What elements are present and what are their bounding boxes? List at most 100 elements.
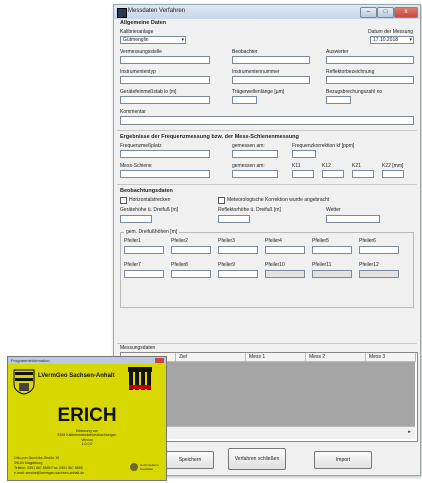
frequenzmessplatz-label: Frequenzmeßplatz — [120, 143, 162, 149]
badge-icon — [130, 463, 138, 471]
instrumententyp-label: Instrumententyp — [120, 69, 156, 75]
pfeiler6-field[interactable] — [359, 246, 399, 254]
datum-picker[interactable]: 17.10.2018 ▾ — [370, 36, 414, 44]
gemessen-am-label: gemessen am: — [232, 163, 265, 169]
gh-dreifuss-field[interactable] — [120, 215, 152, 223]
k22-field[interactable] — [382, 170, 404, 178]
pfeiler-label: Pfeiler2 — [171, 238, 188, 244]
splash-version: 1.0.0.0 — [81, 442, 93, 446]
k12-field[interactable] — [322, 170, 344, 178]
window-title: Messdaten Verfahren — [128, 8, 186, 14]
pfeiler9-field[interactable] — [218, 270, 258, 278]
vermessungsstelle-label: Vermessungsstelle — [120, 49, 162, 55]
messdaten-header: Messungsdaten — [120, 345, 156, 351]
col-header-ziel[interactable]: Ziel — [176, 353, 246, 362]
frequenzkorrektion-field[interactable] — [292, 150, 316, 158]
pfeiler-label: Pfeiler4 — [265, 238, 282, 244]
general-header: Allgemeine Daten — [120, 20, 167, 26]
geraetefeinmessstab-field[interactable] — [120, 96, 210, 104]
pfeiler-label: Pfeiler9 — [218, 262, 235, 268]
dreifuss-group-label: gem. Dreifußhöhen [m] — [124, 229, 180, 235]
beobachter-field[interactable] — [232, 56, 310, 64]
splash-title-bar: Programminformation — [8, 357, 166, 364]
freq-header: Ergebnisse der Frequenzmessung bzw. der … — [120, 134, 299, 140]
divider — [117, 184, 417, 185]
splash-addr1: Otto-von-Guericke-Straße 15 — [14, 456, 60, 460]
pfeiler1-field[interactable] — [124, 246, 164, 254]
beobachter-label: Beobachter — [232, 49, 258, 55]
pfeiler-label: Pfeiler7 — [124, 262, 141, 268]
gemessen-am-label: gemessen am: — [232, 143, 265, 149]
kommentar-field[interactable] — [120, 116, 414, 125]
auswerter-label: Auswerter — [326, 49, 349, 55]
k11-label: K11 — [292, 163, 301, 169]
splash-window: Programminformation LVermGeo Sachsen-Anh… — [7, 356, 167, 481]
instrumententyp-field[interactable] — [120, 76, 210, 84]
pfeiler-label: Pfeiler11 — [312, 262, 332, 268]
import-button[interactable]: Import — [314, 451, 372, 469]
pfeiler-label: Pfeiler1 — [124, 238, 141, 244]
wetter-label: Wetter — [326, 207, 341, 213]
splash-close-button[interactable] — [155, 358, 164, 363]
title-bar: Messdaten Verfahren – □ x — [114, 5, 420, 19]
maximize-button[interactable]: □ — [377, 7, 394, 18]
schiene-gemessen-am-field[interactable] — [232, 170, 278, 178]
pfeiler8-field[interactable] — [171, 270, 211, 278]
pfeiler10-field[interactable] — [265, 270, 305, 278]
verfahren-schliessen-button[interactable]: Verfahren schließen — [228, 448, 286, 470]
k22-label: K22 [mm] — [382, 163, 404, 169]
frequenzkorrektion-label: Frequenzkorrektion kf [ppm] — [292, 143, 355, 149]
horizontal-label: Horizontalstrecken — [129, 197, 171, 203]
pfeiler3-field[interactable] — [218, 246, 258, 254]
geraetefeinmessstab-label: Gerätefeinmeßstab lo [m] — [120, 89, 177, 95]
minimize-button[interactable]: – — [360, 7, 377, 18]
wetter-field[interactable] — [326, 215, 380, 223]
splash-tel: Telefon: 0391 567 8585 Fax: 0391 567 868… — [14, 466, 83, 470]
traegerwellenlaenge-field[interactable] — [232, 96, 257, 104]
chevron-down-icon: ▾ — [409, 37, 412, 43]
frequenzmessplatz-field[interactable] — [120, 150, 210, 158]
pfeiler4-field[interactable] — [265, 246, 305, 254]
splash-addr2: 39104 Magdeburg — [14, 461, 43, 465]
pfeiler7-field[interactable] — [124, 270, 164, 278]
horizontal-checkbox[interactable] — [120, 197, 127, 204]
pfeiler-label: Pfeiler10 — [265, 262, 285, 268]
close-button[interactable]: x — [394, 7, 418, 18]
coat-of-arms-icon — [13, 369, 35, 395]
datum-label: Datum der Messung — [368, 29, 414, 35]
k11-field[interactable] — [292, 170, 314, 178]
chevron-down-icon: ▾ — [181, 37, 184, 43]
speichern-button[interactable]: Speichern — [166, 451, 214, 469]
instrumentennummer-label: Instrumentennummer — [232, 69, 280, 75]
mess-schiene-label: Mess-Schiene — [120, 163, 152, 169]
freq-gemessen-am-field[interactable] — [232, 150, 278, 158]
meteo-label: Meteorologische Korrektion wurde angebra… — [227, 197, 330, 203]
datum-value: 17.10.2018 — [373, 37, 399, 43]
vermessungsstelle-field[interactable] — [120, 56, 210, 64]
pfeiler5-field[interactable] — [312, 246, 352, 254]
bezugsbrechung-field[interactable] — [326, 96, 351, 104]
mess-schiene-field[interactable] — [120, 170, 210, 178]
meteo-checkbox[interactable] — [218, 197, 225, 204]
chevron-right-icon[interactable]: ▸ — [405, 428, 414, 437]
anlage-label: Kalibrieranlage — [120, 29, 154, 35]
rh-dreifuss-field[interactable] — [218, 215, 250, 223]
pfeiler-label: Pfeiler5 — [312, 238, 329, 244]
col-header-mess3[interactable]: Mess 3 — [366, 353, 416, 362]
reflektor-field[interactable] — [326, 76, 414, 84]
anlage-select[interactable]: Gütmenglin ▾ — [120, 36, 186, 44]
pfeiler12-field[interactable] — [359, 270, 399, 278]
divider — [117, 343, 417, 344]
col-header-mess2[interactable]: Mess 2 — [306, 353, 366, 362]
instrumentennummer-field[interactable] — [232, 76, 310, 84]
splash-badge: Hochmoderne Geodäten — [140, 463, 159, 471]
k12-label: K12 — [322, 163, 331, 169]
k21-field[interactable] — [352, 170, 374, 178]
pfeiler2-field[interactable] — [171, 246, 211, 254]
pfeiler11-field[interactable] — [312, 270, 352, 278]
pfeiler-label: Pfeiler6 — [359, 238, 376, 244]
gh-dreifuss-label: Gerätehöhe ü. Dreifuß [m] — [120, 207, 179, 213]
auswerter-field[interactable] — [326, 56, 414, 64]
col-header-mess1[interactable]: Mess 1 — [246, 353, 306, 362]
reflektor-label: Reflektorbezeichnung — [326, 69, 375, 75]
